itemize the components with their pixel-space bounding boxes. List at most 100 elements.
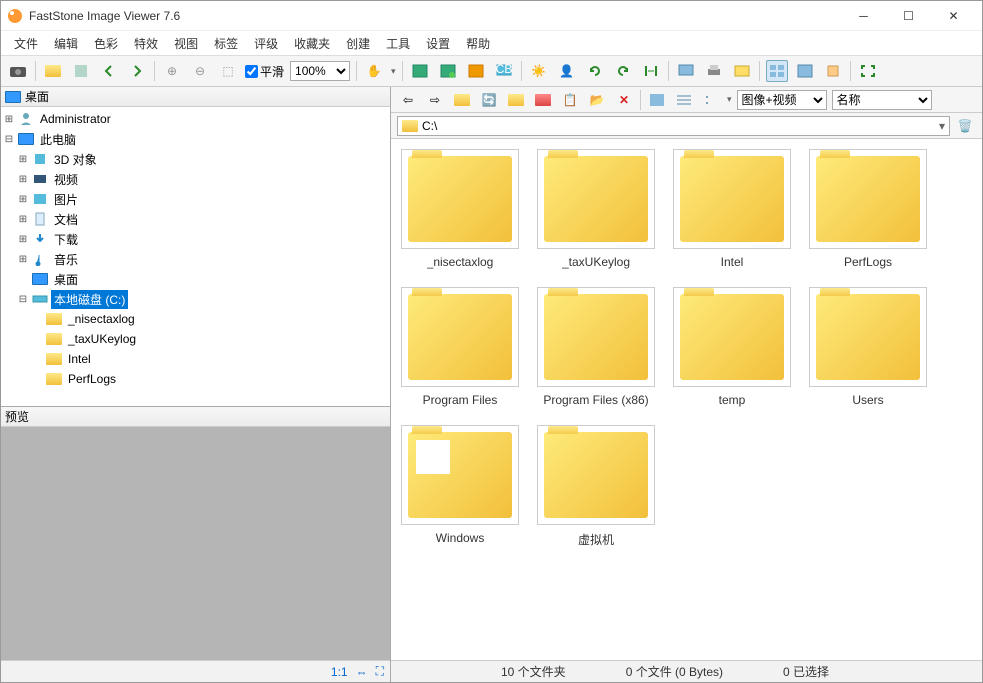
nav-up-icon[interactable] — [451, 89, 473, 111]
nav-move-icon[interactable]: 📂 — [586, 89, 608, 111]
menu-settings[interactable]: 设置 — [419, 33, 457, 54]
menu-rating[interactable]: 评级 — [247, 33, 285, 54]
folder-tree[interactable]: ⊞Administrator⊟此电脑⊞3D 对象⊞视频⊞图片⊞文档⊞下载⊞音乐桌… — [1, 107, 390, 407]
print-icon[interactable] — [703, 60, 725, 82]
wallpaper-icon[interactable] — [675, 60, 697, 82]
view-mode3-icon[interactable] — [700, 89, 722, 111]
builder-icon[interactable]: CB — [493, 60, 515, 82]
hand-icon[interactable]: ✋ — [363, 60, 385, 82]
slideshow-icon[interactable] — [409, 60, 431, 82]
thumbnail-item[interactable]: PerfLogs — [809, 149, 927, 269]
expander-icon[interactable]: ⊞ — [17, 254, 29, 265]
expander-icon[interactable]: ⊟ — [17, 294, 29, 305]
minimize-button[interactable]: ─ — [841, 2, 886, 30]
thumbnail-item[interactable]: 虚拟机 — [537, 425, 655, 548]
nav-forward-icon[interactable]: ⇨ — [424, 89, 446, 111]
filter-select[interactable]: 图像+视频 — [737, 90, 827, 110]
thumbnail-item[interactable]: Intel — [673, 149, 791, 269]
view-thumb-icon[interactable] — [766, 60, 788, 82]
view-single-icon[interactable] — [822, 60, 844, 82]
nav-delete-icon[interactable]: ✕ — [613, 89, 635, 111]
main-toolbar: ⊕ ⊖ ⬚ 平滑 100% ✋ ▾ CB ☀️ 👤 — [1, 55, 982, 87]
chevron-down-icon[interactable]: ▾ — [939, 119, 945, 133]
save-icon[interactable] — [70, 60, 92, 82]
expander-icon[interactable]: ⊞ — [17, 194, 29, 205]
menu-edit[interactable]: 编辑 — [47, 33, 85, 54]
view-detail-icon[interactable] — [794, 60, 816, 82]
zoom-in-icon[interactable]: ⊕ — [161, 60, 183, 82]
next-icon[interactable] — [126, 60, 148, 82]
lock-icon[interactable]: ⇔ — [356, 665, 368, 679]
nav-refresh-icon[interactable]: 🔄 — [478, 89, 500, 111]
menu-file[interactable]: 文件 — [7, 33, 45, 54]
expander-icon[interactable]: ⊞ — [3, 114, 15, 125]
tree-node[interactable]: ⊞图片 — [1, 189, 390, 209]
expander-icon[interactable]: ⊞ — [17, 234, 29, 245]
view-mode2-icon[interactable] — [673, 89, 695, 111]
email-icon[interactable] — [731, 60, 753, 82]
thumbnail-area[interactable]: _nisectaxlog_taxUKeylogIntelPerfLogs Prog… — [391, 139, 982, 660]
path-combo[interactable]: C:\ ▾ — [397, 116, 950, 136]
expander-icon[interactable]: ⊞ — [17, 214, 29, 225]
thumbnail-item[interactable]: Windows — [401, 425, 519, 548]
thumbnail-item[interactable]: _nisectaxlog — [401, 149, 519, 269]
expander-icon[interactable]: ⊞ — [17, 154, 29, 165]
nav-home-icon[interactable] — [505, 89, 527, 111]
redeye-icon[interactable]: 👤 — [556, 60, 578, 82]
path-text: C:\ — [422, 119, 935, 133]
tree-node[interactable]: ⊞Administrator — [1, 109, 390, 129]
menu-view[interactable]: 视图 — [167, 33, 205, 54]
zoom-out-icon[interactable]: ⊖ — [189, 60, 211, 82]
tree-node[interactable]: ⊞视频 — [1, 169, 390, 189]
expand-icon[interactable]: ⛶ — [376, 664, 384, 679]
close-button[interactable]: ✕ — [931, 2, 976, 30]
tree-node[interactable]: _taxUKeylog — [1, 329, 390, 349]
maximize-button[interactable]: ☐ — [886, 2, 931, 30]
tree-node[interactable]: ⊟此电脑 — [1, 129, 390, 149]
thumbnail-item[interactable]: _taxUKeylog — [537, 149, 655, 269]
tree-node[interactable]: ⊞下载 — [1, 229, 390, 249]
zoom-select[interactable]: 100% — [290, 61, 350, 81]
compare-icon[interactable] — [437, 60, 459, 82]
flip-icon[interactable] — [640, 60, 662, 82]
menu-help[interactable]: 帮助 — [459, 33, 497, 54]
prev-icon[interactable] — [98, 60, 120, 82]
effects-icon[interactable]: ☀️ — [528, 60, 550, 82]
tree-node[interactable]: ⊞ 文档 — [1, 209, 390, 229]
open-icon[interactable] — [42, 60, 64, 82]
thumbnail-item[interactable]: temp — [673, 287, 791, 407]
tree-node[interactable]: PerfLogs — [1, 369, 390, 389]
expander-icon[interactable]: ⊟ — [3, 134, 15, 145]
tree-node[interactable]: ⊞音乐 — [1, 249, 390, 269]
menu-tools[interactable]: 工具 — [379, 33, 417, 54]
nav-fav-icon[interactable] — [532, 89, 554, 111]
rotate-right-icon[interactable] — [612, 60, 634, 82]
menu-favorites[interactable]: 收藏夹 — [287, 33, 337, 54]
tree-node[interactable]: 桌面 — [1, 269, 390, 289]
tree-node[interactable]: ⊟本地磁盘 (C:) — [1, 289, 390, 309]
smooth-checkbox[interactable]: 平滑 — [245, 63, 284, 80]
tree-node[interactable]: Intel — [1, 349, 390, 369]
thumbnail-item[interactable]: Program Files — [401, 287, 519, 407]
nav-back-icon[interactable]: ⇦ — [397, 89, 419, 111]
tree-node-label: 文档 — [51, 210, 81, 229]
sort-select[interactable]: 名称 — [832, 90, 932, 110]
nav-copy-icon[interactable]: 📋 — [559, 89, 581, 111]
menu-tags[interactable]: 标签 — [207, 33, 245, 54]
thumbnail-item[interactable]: Program Files (x86) — [537, 287, 655, 407]
tree-node[interactable]: ⊞3D 对象 — [1, 149, 390, 169]
menu-create[interactable]: 创建 — [339, 33, 377, 54]
thumbnail-item[interactable]: Users — [809, 287, 927, 407]
tree-node[interactable]: _nisectaxlog — [1, 309, 390, 329]
menu-color[interactable]: 色彩 — [87, 33, 125, 54]
expander-icon[interactable]: ⊞ — [17, 174, 29, 185]
fit-icon[interactable]: ⬚ — [217, 60, 239, 82]
view-mode1-icon[interactable] — [646, 89, 668, 111]
thumbnail-frame — [401, 287, 519, 387]
acquire-icon[interactable] — [7, 60, 29, 82]
menu-effects[interactable]: 特效 — [127, 33, 165, 54]
tag-icon[interactable] — [465, 60, 487, 82]
rotate-left-icon[interactable] — [584, 60, 606, 82]
fullscreen-icon[interactable] — [857, 60, 879, 82]
trash-icon[interactable]: 🗑️ — [954, 115, 976, 137]
